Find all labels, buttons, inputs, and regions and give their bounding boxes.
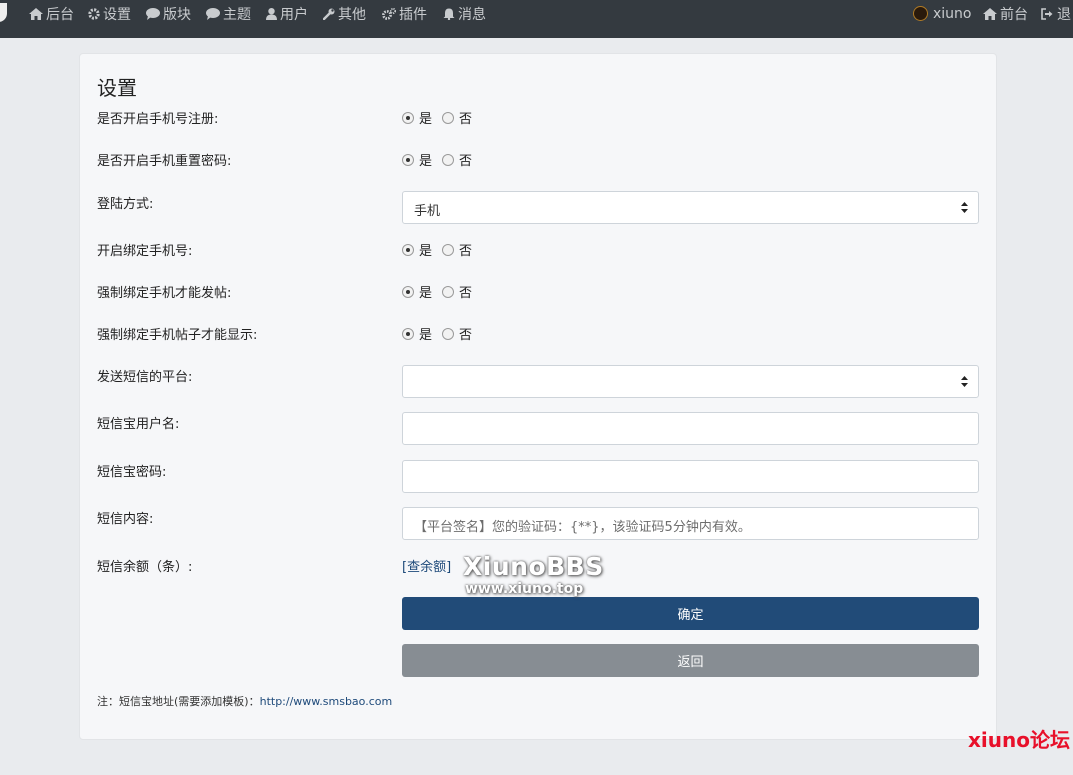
nav-users[interactable]: 用户 xyxy=(266,0,308,27)
sms-platform-label: 发送短信的平台: xyxy=(97,370,193,385)
comment-icon xyxy=(206,7,220,20)
radio-no-label: 否 xyxy=(459,286,473,301)
login-method-label: 登陆方式: xyxy=(97,197,154,212)
nav-label: 设置 xyxy=(103,6,131,23)
radio-no-label: 否 xyxy=(459,244,473,259)
sign-out-icon xyxy=(1041,7,1053,20)
home-icon xyxy=(29,7,43,20)
radio-yes-label: 是 xyxy=(419,244,433,259)
bell-icon xyxy=(443,8,455,20)
bind-phone-yes-radio[interactable] xyxy=(402,243,414,256)
nav-messages[interactable]: 消息 xyxy=(443,0,486,27)
nav-label: 插件 xyxy=(399,6,427,23)
footnote: 注：短信宝地址(需要添加模板)：http://www.smsbao.com xyxy=(97,693,392,709)
sms-username-input[interactable] xyxy=(402,412,979,445)
gears-icon xyxy=(382,7,396,20)
radio-yes-label: 是 xyxy=(419,328,433,343)
phone-register-no-radio[interactable] xyxy=(442,111,455,124)
comment-icon xyxy=(146,7,160,20)
sms-content-input[interactable]: 【平台签名】您的验证码：{**}，该验证码5分钟内有效。 xyxy=(402,507,979,540)
phone-reset-yes-radio[interactable] xyxy=(402,153,414,166)
sms-password-label: 短信宝密码: xyxy=(97,465,167,480)
settings-card: 设置 是否开启手机号注册: 是 否 是否开启手机重置密码: 是 否 登陆方式: … xyxy=(79,53,997,740)
phone-reset-no-radio[interactable] xyxy=(442,153,455,166)
force-bind-post-radios: 是 否 xyxy=(402,282,482,301)
nav-admin[interactable]: 后台 xyxy=(29,0,74,27)
phone-register-label: 是否开启手机号注册: xyxy=(97,112,219,127)
sms-password-input[interactable] xyxy=(402,460,979,493)
phone-register-radios: 是 否 xyxy=(402,108,482,127)
login-method-select[interactable]: 手机 xyxy=(402,191,979,224)
watermark-url: www.xiuno.top xyxy=(465,581,584,597)
sms-content-placeholder: 【平台签名】您的验证码：{**}，该验证码5分钟内有效。 xyxy=(414,520,751,535)
footnote-text: 注：短信宝地址(需要添加模板)： xyxy=(97,695,260,708)
force-bind-post-label: 强制绑定手机才能发帖: xyxy=(97,286,232,301)
radio-yes-label: 是 xyxy=(419,154,433,169)
phone-reset-radios: 是 否 xyxy=(402,150,482,169)
radio-no-label: 否 xyxy=(459,328,473,343)
nav-frontend[interactable]: 前台 xyxy=(983,0,1028,27)
back-button[interactable]: 返回 xyxy=(402,644,979,677)
nav-label: 消息 xyxy=(458,6,486,23)
phone-register-yes-radio[interactable] xyxy=(402,111,414,124)
watermark-title: XiunoBBS xyxy=(463,552,604,581)
wrench-icon xyxy=(323,8,335,20)
login-method-value: 手机 xyxy=(414,204,441,219)
force-bind-post-yes-radio[interactable] xyxy=(402,285,414,298)
nav-forums[interactable]: 版块 xyxy=(146,0,191,27)
nav-label: 前台 xyxy=(1000,6,1028,23)
nav-plugins[interactable]: 插件 xyxy=(382,0,427,27)
smsbao-link[interactable]: http://www.smsbao.com xyxy=(260,695,393,708)
force-bind-show-label: 强制绑定手机帖子才能显示: xyxy=(97,328,258,343)
force-bind-post-no-radio[interactable] xyxy=(442,285,455,298)
radio-no-label: 否 xyxy=(459,112,473,127)
top-navbar: 后台 设置 版块 主题 用户 其他 插件 消息 xiuno 前台 退 xyxy=(0,0,1073,38)
sort-caret-icon xyxy=(961,202,968,213)
sms-content-label: 短信内容: xyxy=(97,512,154,527)
radio-no-label: 否 xyxy=(459,154,473,169)
bind-phone-radios: 是 否 xyxy=(402,240,482,259)
sort-caret-icon xyxy=(961,376,968,387)
force-bind-show-radios: 是 否 xyxy=(402,324,482,343)
nav-other[interactable]: 其他 xyxy=(323,0,366,27)
nav-logout[interactable]: 退 xyxy=(1041,0,1071,27)
xiunobbs-watermark: XiunoBBS www.xiuno.top xyxy=(463,554,604,596)
sms-platform-select[interactable] xyxy=(402,365,979,398)
radio-yes-label: 是 xyxy=(419,112,433,127)
nav-user-profile[interactable]: xiuno xyxy=(913,0,972,27)
radio-yes-label: 是 xyxy=(419,286,433,301)
phone-reset-label: 是否开启手机重置密码: xyxy=(97,154,232,169)
check-balance-link[interactable]: [查余额] xyxy=(402,556,451,575)
avatar xyxy=(913,6,928,21)
bind-phone-no-radio[interactable] xyxy=(442,243,455,256)
home-icon xyxy=(983,7,997,20)
nav-label: 主题 xyxy=(223,6,251,23)
force-bind-show-no-radio[interactable] xyxy=(442,327,455,340)
bind-phone-label: 开启绑定手机号: xyxy=(97,244,193,259)
nav-label: 退 xyxy=(1057,6,1071,23)
force-bind-show-yes-radio[interactable] xyxy=(402,327,414,340)
nav-settings[interactable]: 设置 xyxy=(88,0,131,27)
corner-watermark: xiuno论坛 xyxy=(968,728,1070,752)
sms-balance-label: 短信余额（条）: xyxy=(97,560,193,575)
nav-threads[interactable]: 主题 xyxy=(206,0,251,27)
sms-username-label: 短信宝用户名: xyxy=(97,417,180,432)
nav-label: 其他 xyxy=(338,6,366,23)
nav-label: 后台 xyxy=(46,6,74,23)
nav-label: 用户 xyxy=(280,6,308,23)
logo[interactable] xyxy=(0,3,7,22)
nav-label: 版块 xyxy=(163,6,191,23)
user-icon xyxy=(266,7,277,20)
gear-icon xyxy=(88,7,100,20)
nav-label: xiuno xyxy=(933,5,972,22)
confirm-button[interactable]: 确定 xyxy=(402,597,979,630)
page-title: 设置 xyxy=(97,76,137,100)
